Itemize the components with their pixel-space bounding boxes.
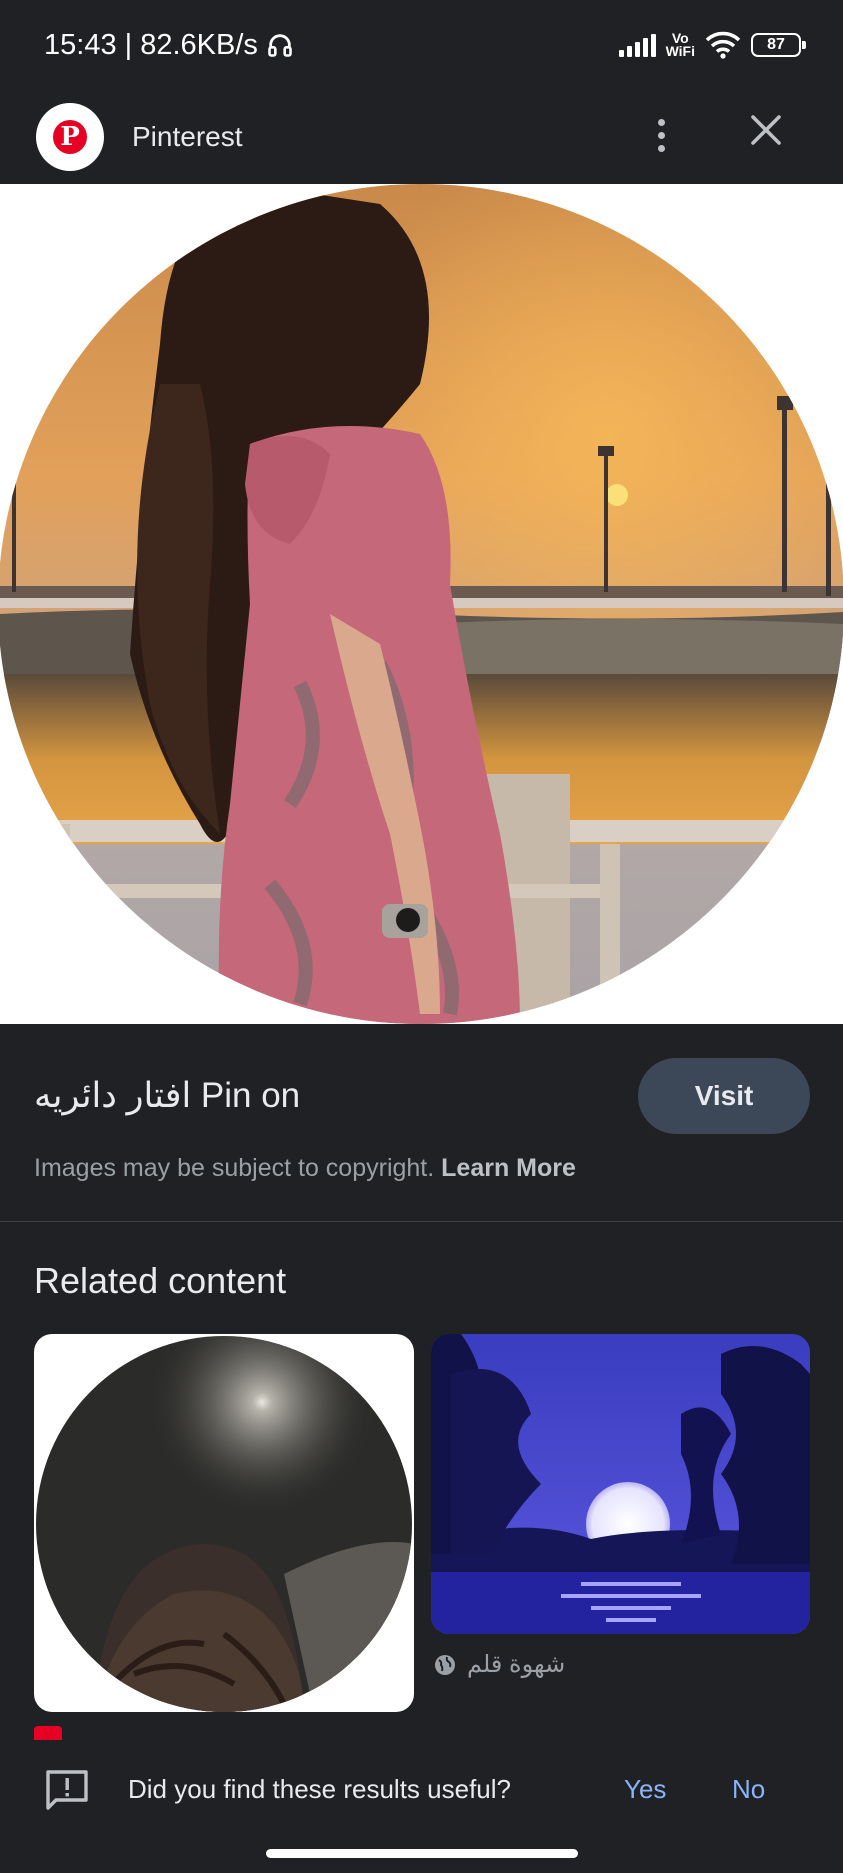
vowifi-indicator: Vo WiFi (665, 30, 695, 59)
feedback-question: Did you find these results useful? (128, 1774, 511, 1804)
pinterest-logo-mark: P (53, 120, 87, 154)
related-item-card[interactable] (431, 1334, 810, 1634)
more-options-icon (657, 118, 665, 126)
source-site-title: Pinterest (132, 121, 243, 152)
section-divider (0, 1221, 843, 1222)
related-item-card[interactable] (34, 1334, 414, 1712)
signal-icon (618, 33, 656, 57)
status-left: 15:43 | 82.6KB/s (44, 29, 294, 62)
close-button[interactable] (744, 108, 788, 152)
visit-button[interactable]: Visit (638, 1058, 810, 1134)
wifi-icon (705, 31, 741, 59)
copyright-notice: Images may be subject to copyright. Lear… (34, 1154, 576, 1183)
feedback-icon (46, 1770, 88, 1810)
home-indicator[interactable] (266, 1849, 578, 1858)
sunset-portrait-image (0, 184, 843, 1024)
feedback-yes-button[interactable]: Yes (624, 1774, 666, 1805)
feedback-bar: Did you find these results useful? Yes N… (0, 1740, 843, 1840)
learn-more-link[interactable]: Learn More (441, 1154, 576, 1182)
more-options-button[interactable] (648, 110, 674, 160)
pin-title: افتار دائريه Pin on (34, 1076, 301, 1115)
feedback-no-button[interactable]: No (732, 1774, 765, 1805)
main-pin-image[interactable] (0, 184, 843, 1024)
status-right: Vo WiFi 87 (618, 30, 806, 59)
pinterest-logo: P (36, 103, 104, 171)
copyright-text: Images may be subject to copyright. (34, 1154, 442, 1182)
globe-icon (435, 1654, 455, 1675)
moon-silhouette-image (36, 1336, 412, 1712)
status-bar: 15:43 | 82.6KB/s Vo WiFi 87 (0, 0, 843, 90)
time-and-speed: 15:43 | 82.6KB/s (44, 28, 258, 61)
pinterest-source-icon (34, 1726, 62, 1740)
battery-level: 87 (767, 36, 785, 53)
battery-icon: 87 (751, 33, 806, 57)
app-header: P Pinterest (0, 90, 843, 184)
related-item-source-name: شهوة قلم (467, 1651, 566, 1678)
related-item-source: شهوة قلم (433, 1650, 565, 1679)
blue-moon-lake-image (431, 1334, 810, 1634)
headphones-icon (268, 34, 292, 57)
related-content-heading: Related content (34, 1260, 287, 1301)
